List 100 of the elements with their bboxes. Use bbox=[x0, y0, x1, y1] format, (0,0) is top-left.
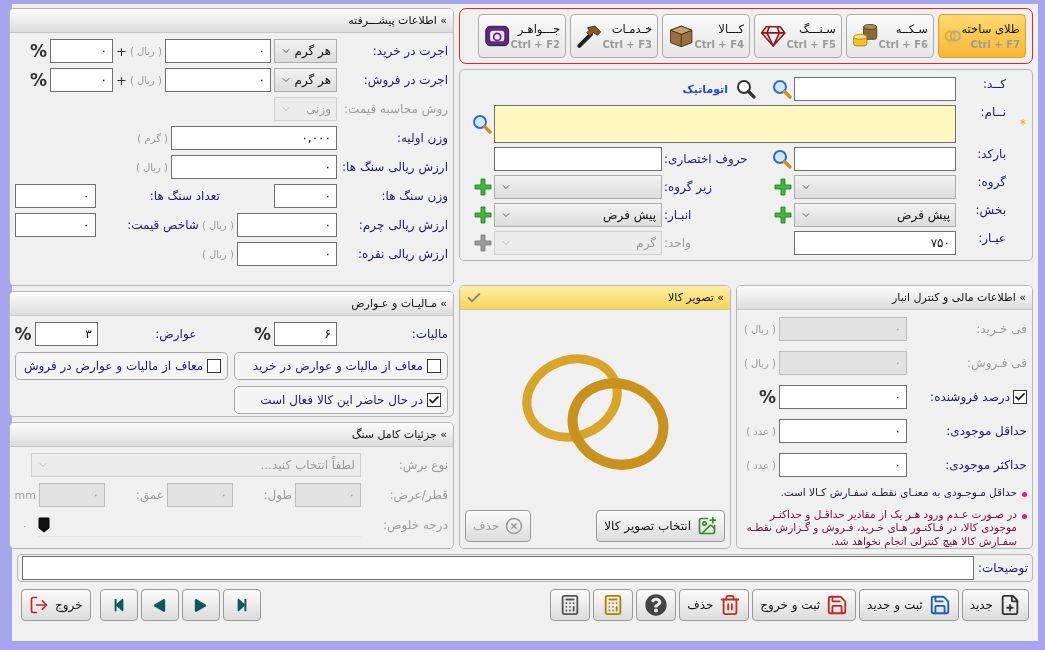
unit-label: ( ریال ) bbox=[129, 74, 162, 86]
checkbox-label[interactable]: معاف از مالیات و عوارض در خرید bbox=[252, 359, 423, 373]
last-button[interactable] bbox=[222, 589, 261, 621]
field-label: فی خـرید: bbox=[975, 322, 1027, 336]
shortcut-label: Ctrl + F5 bbox=[786, 39, 836, 50]
input-field[interactable]: ۰ bbox=[50, 68, 113, 92]
field-label: ارزش ریالی نقره: bbox=[357, 247, 448, 261]
plus-icon[interactable] bbox=[774, 178, 792, 196]
checkbox[interactable] bbox=[427, 359, 441, 373]
dropdown[interactable]: پیش فرض bbox=[794, 203, 956, 227]
input-field[interactable]: ۰ bbox=[165, 68, 271, 92]
percent-sign: % bbox=[758, 387, 776, 407]
checkbox-label[interactable]: در حال حاضر این کالا فعال است bbox=[260, 393, 423, 407]
plus-icon[interactable] bbox=[774, 206, 792, 224]
field-label: مالیات: bbox=[410, 327, 448, 341]
input-field[interactable]: ۶ bbox=[274, 322, 337, 346]
input-field[interactable]: ۰,۰۰۰ bbox=[171, 126, 337, 150]
save-icon bbox=[928, 594, 951, 616]
save-icon bbox=[826, 594, 849, 616]
input-field[interactable]: ۰ bbox=[14, 184, 96, 208]
input-field[interactable] bbox=[794, 147, 956, 171]
input-field[interactable]: ۰ bbox=[779, 385, 907, 409]
input-field[interactable]: ۰ bbox=[779, 419, 907, 443]
checkbox[interactable] bbox=[207, 359, 222, 373]
input-field[interactable] bbox=[794, 77, 956, 101]
field-label: نوع برش: bbox=[397, 458, 448, 472]
field-label: انبـار: bbox=[664, 208, 692, 222]
field-label: زیر گروه: bbox=[664, 180, 713, 194]
save-new-button[interactable]: ثبت و جدید bbox=[859, 589, 959, 621]
field-label: گروه: bbox=[976, 175, 1006, 191]
input-field[interactable]: ۰ bbox=[165, 39, 271, 63]
play-left-icon bbox=[153, 598, 167, 612]
unit-label: ( ریال ) bbox=[135, 161, 168, 173]
input-field[interactable]: ۰ bbox=[171, 155, 337, 179]
bullet-icon bbox=[1022, 513, 1027, 519]
save-exit-button[interactable]: ثبت و خروج bbox=[752, 589, 857, 621]
help-button[interactable] bbox=[636, 589, 677, 621]
unit-label: ( ریال ) bbox=[129, 45, 162, 57]
calculator-button[interactable] bbox=[550, 589, 591, 621]
checkbox[interactable] bbox=[1013, 390, 1027, 404]
input-field[interactable]: ۰ bbox=[237, 242, 337, 266]
category-label: سـنـــگ bbox=[799, 22, 836, 36]
shortcut-label: Ctrl + F2 bbox=[510, 39, 560, 50]
input-field[interactable] bbox=[22, 556, 974, 580]
field-label: توضیحات: bbox=[977, 561, 1028, 575]
input-field[interactable]: ۷۵۰ bbox=[794, 231, 956, 255]
shortcut-label: Ctrl + F6 bbox=[878, 39, 928, 50]
field-label: کــد: bbox=[981, 77, 1006, 93]
search-icon[interactable] bbox=[772, 149, 792, 169]
delete-button[interactable]: حذف bbox=[679, 589, 750, 621]
plus-icon[interactable] bbox=[474, 178, 492, 196]
plus-icon[interactable] bbox=[474, 234, 492, 252]
magnifier-icon[interactable] bbox=[736, 79, 756, 99]
panel-title: » جزئیات کامل سنگ bbox=[351, 428, 447, 441]
field-label: حداکثر موجودی: bbox=[944, 458, 1027, 472]
unit-label: mm bbox=[14, 488, 36, 502]
input-field[interactable]: ۳ bbox=[34, 322, 98, 346]
slider-value: ۰ bbox=[20, 519, 29, 531]
input-field[interactable]: ۰ bbox=[237, 213, 337, 237]
plus-sign: + bbox=[116, 43, 127, 59]
dropdown[interactable]: هر گرم bbox=[274, 39, 337, 63]
new-button[interactable]: جدید bbox=[961, 589, 1029, 621]
input-field[interactable]: ۰ bbox=[50, 39, 113, 63]
category-label: خـدمـات bbox=[611, 22, 652, 36]
play-right-icon bbox=[194, 598, 208, 612]
field-label: وزن سنگ ها: bbox=[380, 189, 448, 203]
input-field[interactable]: ۰ bbox=[274, 184, 337, 208]
help-icon bbox=[645, 594, 668, 616]
slider-thumb[interactable] bbox=[37, 517, 50, 533]
input-field[interactable]: ۰ bbox=[779, 453, 907, 477]
unit-label: ( ریال ) bbox=[201, 219, 234, 231]
search-icon[interactable] bbox=[472, 114, 492, 134]
field-label: ارزش ریالی چرم: bbox=[357, 218, 448, 232]
input-field[interactable] bbox=[494, 105, 956, 143]
auto-link[interactable]: اتوماتیک bbox=[682, 82, 728, 96]
category-label: جـــواهـر bbox=[517, 22, 560, 36]
field-label: نــام: bbox=[979, 105, 1006, 121]
exit-button[interactable]: خروج bbox=[21, 589, 91, 621]
search-icon[interactable] bbox=[772, 79, 792, 99]
field-label: قطر/عرض: bbox=[388, 488, 448, 502]
plus-icon[interactable] bbox=[474, 206, 492, 224]
field-label: شاخص قیمت: bbox=[127, 218, 199, 232]
input-field[interactable]: ۰ bbox=[14, 213, 96, 237]
field-label: بخش: bbox=[974, 203, 1006, 220]
new-document-icon bbox=[999, 594, 1021, 616]
category-label: سـکــه bbox=[895, 22, 928, 36]
percent-sign: % bbox=[29, 70, 47, 90]
previous-button[interactable] bbox=[140, 589, 179, 621]
next-button[interactable] bbox=[181, 589, 220, 621]
checkbox[interactable] bbox=[427, 393, 441, 407]
input-field[interactable] bbox=[494, 147, 662, 171]
dropdown[interactable]: پیش فرض bbox=[494, 203, 662, 227]
choose-image-button[interactable]: انتخاب تصویر کالا bbox=[596, 510, 725, 542]
first-button[interactable] bbox=[99, 589, 138, 621]
checkbox-label[interactable]: معاف از مالیات و عوارض در فروش bbox=[23, 359, 204, 373]
field-label: حروف اختصاری: bbox=[664, 152, 748, 166]
image-add-icon bbox=[697, 516, 717, 536]
field-label: عمق: bbox=[134, 488, 164, 502]
dropdown[interactable]: هر گرم bbox=[274, 68, 337, 92]
category-label: کـــالا bbox=[718, 22, 744, 36]
